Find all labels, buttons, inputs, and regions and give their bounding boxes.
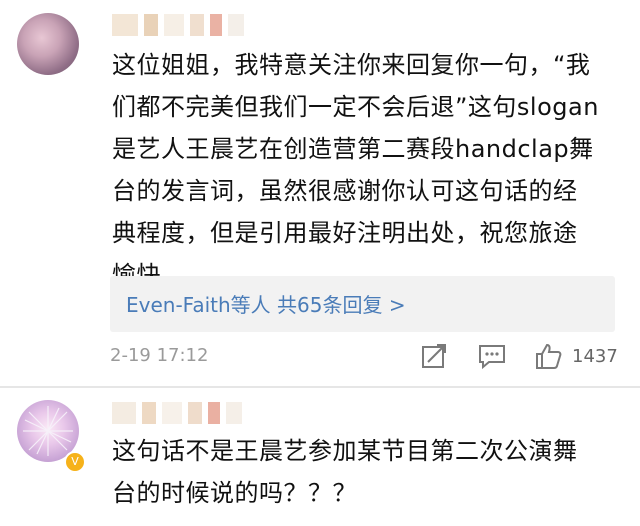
comment-icon[interactable] <box>477 342 507 372</box>
username-redacted[interactable] <box>112 402 248 426</box>
user-avatar[interactable] <box>17 13 79 75</box>
like-count: 1437 <box>572 346 618 367</box>
like-icon[interactable] <box>534 342 564 372</box>
comment-timestamp: 2-19 17:12 <box>110 345 209 366</box>
verified-badge-icon: V <box>64 451 86 473</box>
comment-text: 这位姐姐，我特意关注你来回复你一句，“我 们都不完美但我们一定不会后退”这句sl… <box>112 51 599 289</box>
comment-2: V 这句话不是王晨艺参加某节目第二次公演舞 台的时候说的吗？？？ <box>0 388 640 526</box>
replies-link[interactable]: Even-Faith等人 共65条回复 > <box>126 289 406 318</box>
replies-preview[interactable]: Even-Faith等人 共65条回复 > <box>110 276 615 332</box>
username-redacted[interactable] <box>112 14 250 38</box>
comment-1: 这位姐姐，我特意关注你来回复你一句，“我 们都不完美但我们一定不会后退”这句sl… <box>0 0 640 386</box>
comment-text: 这句话不是王晨艺参加某节目第二次公演舞 台的时候说的吗？？？ <box>112 437 578 507</box>
share-icon[interactable] <box>420 342 448 372</box>
